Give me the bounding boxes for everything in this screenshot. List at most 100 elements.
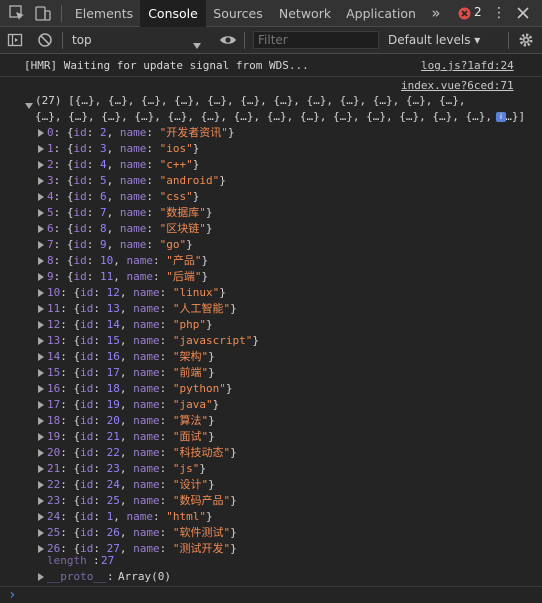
expand-arrow-icon[interactable] bbox=[38, 369, 44, 377]
array-item-row[interactable]: 8: {id: 10, name: "产品"} bbox=[47, 253, 208, 269]
array-item-row[interactable]: 20: {id: 22, name: "科技动态"} bbox=[47, 445, 237, 461]
expand-arrow-icon[interactable] bbox=[38, 497, 44, 505]
array-item-row[interactable]: 2: {id: 4, name: "c++"} bbox=[47, 157, 199, 173]
punct: , bbox=[106, 222, 120, 235]
array-item-row[interactable]: 18: {id: 20, name: "算法"} bbox=[47, 413, 215, 429]
expand-arrow-icon[interactable] bbox=[38, 273, 44, 281]
expand-arrow-icon[interactable] bbox=[38, 241, 44, 249]
inspect-element-icon[interactable] bbox=[8, 4, 26, 22]
array-item-row[interactable]: 11: {id: 13, name: "人工智能"} bbox=[47, 301, 237, 317]
array-item-row[interactable]: 4: {id: 6, name: "css"} bbox=[47, 189, 199, 205]
clear-console-icon[interactable] bbox=[37, 32, 53, 51]
more-tabs-button[interactable]: » bbox=[426, 0, 446, 27]
eye-icon[interactable] bbox=[219, 34, 237, 49]
array-item-row[interactable]: 22: {id: 24, name: "设计"} bbox=[47, 477, 215, 493]
tab-sources[interactable]: Sources bbox=[208, 0, 268, 27]
expand-arrow-icon[interactable] bbox=[25, 103, 33, 109]
filter-input[interactable] bbox=[253, 31, 379, 49]
array-item-row[interactable]: 15: {id: 17, name: "前端"} bbox=[47, 365, 215, 381]
name-key: name bbox=[133, 366, 160, 379]
punct: : bbox=[159, 366, 173, 379]
sidebar-toggle-icon[interactable] bbox=[7, 32, 23, 51]
item-index: 4 bbox=[47, 190, 54, 203]
array-item-row[interactable]: 12: {id: 14, name: "php"} bbox=[47, 317, 213, 333]
expand-arrow-icon[interactable] bbox=[38, 145, 44, 153]
expand-arrow-icon[interactable] bbox=[38, 305, 44, 313]
punct: : bbox=[93, 510, 107, 523]
item-index: 6 bbox=[47, 222, 54, 235]
item-index: 23 bbox=[47, 494, 61, 507]
array-item-row[interactable]: 17: {id: 19, name: "java"} bbox=[47, 397, 219, 413]
expand-arrow-icon[interactable] bbox=[38, 353, 44, 361]
toolbar-divider bbox=[62, 32, 63, 49]
expand-arrow-icon[interactable] bbox=[38, 209, 44, 217]
array-item-row[interactable]: 23: {id: 25, name: "数码产品"} bbox=[47, 493, 237, 509]
item-index: 3 bbox=[47, 174, 54, 187]
array-item-row[interactable]: 25: {id: 26, name: "软件测试"} bbox=[47, 525, 237, 541]
expand-arrow-icon[interactable] bbox=[38, 337, 44, 345]
proto-key[interactable]: __proto__ bbox=[47, 569, 107, 585]
array-item-row[interactable]: 10: {id: 12, name: "linux"} bbox=[47, 285, 226, 301]
settings-gear-icon[interactable] bbox=[518, 32, 534, 51]
expand-arrow-icon[interactable] bbox=[38, 545, 44, 553]
array-item-row[interactable]: 7: {id: 9, name: "go"} bbox=[47, 237, 193, 253]
expand-arrow-icon[interactable] bbox=[38, 161, 44, 169]
expand-arrow-icon[interactable] bbox=[38, 529, 44, 537]
error-badge[interactable] bbox=[458, 7, 471, 23]
log-source-link[interactable]: log.js?1afd:24 bbox=[421, 58, 514, 74]
punct: } bbox=[252, 334, 259, 347]
array-item-row[interactable]: 21: {id: 23, name: "js"} bbox=[47, 461, 206, 477]
array-item-row[interactable]: 0: {id: 2, name: "开发者资讯"} bbox=[47, 125, 235, 141]
item-name: "js" bbox=[172, 462, 200, 475]
array-item-row[interactable]: 6: {id: 8, name: "区块链"} bbox=[47, 221, 213, 237]
expand-arrow-icon[interactable] bbox=[38, 289, 44, 297]
array-item-row[interactable]: 19: {id: 21, name: "面试"} bbox=[47, 429, 215, 445]
punct: : bbox=[146, 206, 160, 219]
expand-arrow-icon[interactable] bbox=[38, 513, 44, 521]
expand-arrow-icon[interactable] bbox=[38, 465, 44, 473]
more-options-icon[interactable]: ⋮ bbox=[492, 5, 506, 21]
expand-arrow-icon[interactable] bbox=[38, 433, 44, 441]
punct: , bbox=[119, 494, 134, 507]
name-key: name bbox=[119, 142, 147, 155]
tab-application[interactable]: Application bbox=[342, 0, 420, 27]
expand-arrow-icon[interactable] bbox=[38, 177, 44, 185]
array-item-row[interactable]: 9: {id: 11, name: "后端"} bbox=[47, 269, 208, 285]
item-name: "架构" bbox=[172, 350, 209, 363]
expand-arrow-icon[interactable] bbox=[38, 385, 44, 393]
array-summary[interactable]: {…}, {…}, {…}, {…}, {…}, {…}, {…}, {…}, … bbox=[35, 109, 525, 125]
expand-arrow-icon[interactable] bbox=[38, 257, 44, 265]
expand-arrow-icon[interactable] bbox=[38, 401, 44, 409]
item-name: "java" bbox=[172, 398, 213, 411]
tab-elements[interactable]: Elements bbox=[70, 0, 138, 27]
expand-arrow-icon[interactable] bbox=[38, 449, 44, 457]
expand-arrow-icon[interactable] bbox=[38, 129, 44, 137]
expand-arrow-icon[interactable] bbox=[38, 417, 44, 425]
log-levels-dropdown[interactable]: Default levels ▾ bbox=[388, 33, 480, 47]
expand-arrow-icon[interactable] bbox=[38, 225, 44, 233]
array-item-row[interactable]: 14: {id: 16, name: "架构"} bbox=[47, 349, 215, 365]
array-item-row[interactable]: 16: {id: 18, name: "python"} bbox=[47, 381, 232, 397]
array-item-row[interactable]: 13: {id: 15, name: "javascript"} bbox=[47, 333, 259, 349]
array-item-row[interactable]: 24: {id: 1, name: "html"} bbox=[47, 509, 213, 525]
log-source-link[interactable]: index.vue?6ced:71 bbox=[401, 78, 514, 94]
punct: : { bbox=[60, 382, 81, 395]
device-toolbar-icon[interactable] bbox=[34, 4, 52, 22]
array-item-row[interactable]: 1: {id: 3, name: "ios"} bbox=[47, 141, 199, 157]
tab-network[interactable]: Network bbox=[274, 0, 336, 27]
expand-arrow-icon[interactable] bbox=[38, 573, 44, 581]
expand-arrow-icon[interactable] bbox=[38, 193, 44, 201]
array-item-row[interactable]: 3: {id: 5, name: "android"} bbox=[47, 173, 226, 189]
dropdown-arrow-icon[interactable] bbox=[193, 38, 201, 52]
array-summary[interactable]: (27) [{…}, {…}, {…}, {…}, {…}, {…}, {…},… bbox=[35, 93, 465, 109]
expand-arrow-icon[interactable] bbox=[38, 481, 44, 489]
array-item-row[interactable]: 5: {id: 7, name: "数据库"} bbox=[47, 205, 213, 221]
close-icon[interactable] bbox=[516, 6, 530, 23]
punct: } bbox=[212, 398, 220, 411]
console-prompt-icon[interactable]: › bbox=[8, 587, 16, 603]
info-icon[interactable]: i bbox=[496, 112, 506, 122]
expand-arrow-icon[interactable] bbox=[38, 321, 44, 329]
item-index: 5 bbox=[47, 206, 54, 219]
context-selector[interactable]: top bbox=[72, 33, 92, 47]
tab-console[interactable]: Console bbox=[140, 0, 206, 27]
